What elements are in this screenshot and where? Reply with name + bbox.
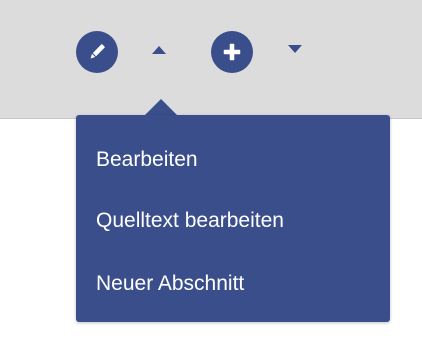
- pencil-icon: [90, 44, 105, 59]
- edit-dropdown-menu: Bearbeiten Quelltext bearbeiten Neuer Ab…: [76, 115, 390, 322]
- dropdown-pointer: [144, 99, 178, 116]
- add-menu-toggle-caret-down-icon[interactable]: [288, 45, 302, 53]
- menu-item-neuer-abschnitt[interactable]: Neuer Abschnitt: [96, 269, 244, 299]
- toolbar: [0, 0, 422, 119]
- add-button[interactable]: [211, 31, 253, 73]
- menu-item-quelltext-bearbeiten[interactable]: Quelltext bearbeiten: [96, 206, 284, 236]
- edit-button[interactable]: [76, 31, 118, 73]
- menu-item-bearbeiten[interactable]: Bearbeiten: [96, 145, 198, 175]
- edit-menu-toggle-caret-up-icon[interactable]: [152, 46, 166, 54]
- plus-icon: [223, 43, 241, 61]
